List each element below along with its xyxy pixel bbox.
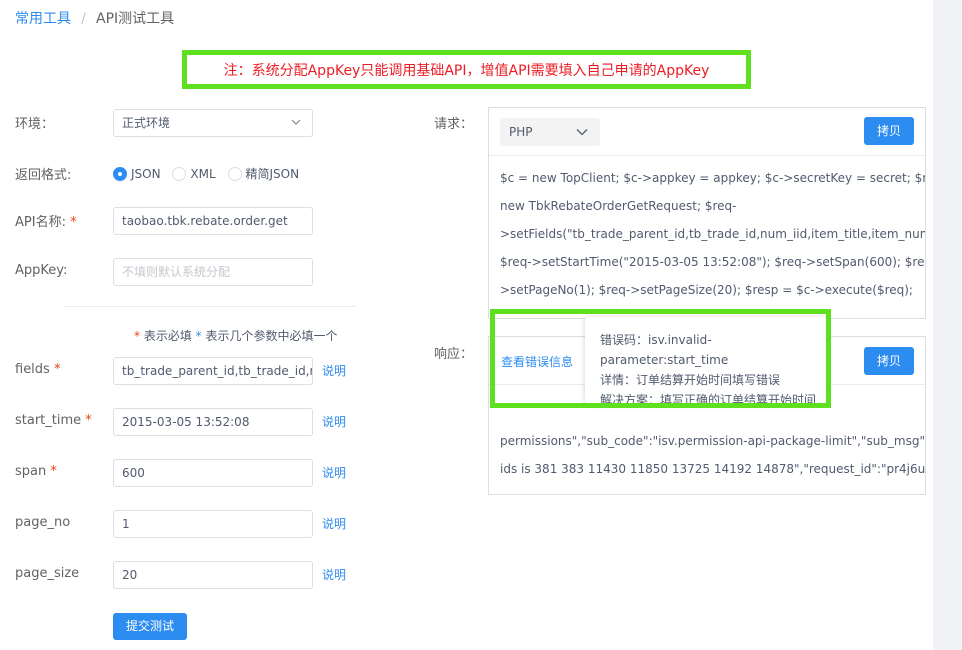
radio-icon — [172, 167, 187, 181]
api-name-input[interactable]: taobao.tbk.rebate.order.get — [113, 207, 313, 235]
request-panel: PHP 拷贝 $c = new TopClient; $c->appkey = … — [488, 107, 926, 319]
format-option-json[interactable]: JSON — [113, 167, 161, 181]
param-input-start-time[interactable]: 2015-03-05 13:52:08 — [113, 408, 313, 436]
breadcrumb: 常用工具 / API测试工具 — [15, 8, 174, 28]
format-label: 返回格式: — [15, 168, 72, 183]
chevron-down-icon — [576, 129, 588, 136]
code-line: $c = new TopClient; $c->appkey = appkey;… — [500, 171, 925, 185]
code-line: $req->setStartTime("2015-03-05 13:52:08"… — [500, 255, 925, 269]
right-gutter — [933, 0, 962, 650]
language-select-value: PHP — [509, 125, 533, 139]
code-line: ids is 381 383 11430 11850 13725 14192 1… — [500, 462, 925, 476]
appkey-label: AppKey: — [15, 263, 68, 278]
param-input-span[interactable]: 600 — [113, 459, 313, 487]
env-select-value: 正式环境 — [122, 116, 171, 130]
code-line: permissions","sub_code":"isv.permission-… — [500, 434, 925, 448]
param-label-span: span * — [15, 464, 57, 479]
breadcrumb-parent-link[interactable]: 常用工具 — [15, 11, 71, 27]
code-line: >setFields("tb_trade_parent_id,tb_trade_… — [500, 227, 925, 241]
env-label: 环境： — [15, 117, 55, 132]
param-input-page-no[interactable]: 1 — [113, 510, 313, 538]
required-mark: * — [134, 329, 140, 343]
response-label: 响应： — [434, 347, 474, 362]
language-select[interactable]: PHP — [500, 118, 600, 146]
param-input-page-size[interactable]: 20 — [113, 561, 313, 589]
explain-link-page-size[interactable]: 说明 — [322, 566, 346, 583]
radio-icon — [227, 167, 242, 181]
format-option-xml[interactable]: XML — [172, 167, 216, 181]
request-label: 请求： — [434, 117, 474, 132]
code-line: new TbkRebateOrderGetRequest; $req- — [500, 199, 737, 213]
appkey-input[interactable]: 不填则默认系统分配 — [113, 258, 313, 286]
form-divider — [64, 306, 356, 307]
request-panel-header: PHP 拷贝 — [489, 108, 925, 156]
notice-banner: 注：系统分配AppKey只能调用基础API，增值API需要填入自己申请的AppK… — [182, 50, 751, 89]
submit-test-button[interactable]: 提交测试 — [113, 613, 187, 640]
breadcrumb-current: API测试工具 — [96, 11, 175, 27]
radio-checked-icon — [113, 167, 127, 181]
request-copy-button[interactable]: 拷贝 — [864, 117, 914, 145]
explain-link-page-no[interactable]: 说明 — [322, 515, 346, 532]
required-mark: * — [70, 215, 77, 230]
chevron-down-icon — [291, 119, 301, 125]
explain-link-fields[interactable]: 说明 — [322, 362, 346, 379]
param-label-start-time: start_time * — [15, 413, 92, 428]
env-select[interactable]: 正式环境 — [113, 109, 313, 137]
format-radio-group: JSON XML 精简JSON — [113, 165, 299, 182]
explain-link-start-time[interactable]: 说明 — [322, 413, 346, 430]
param-label-fields: fields * — [15, 362, 61, 377]
param-label-page-no: page_no — [15, 515, 71, 530]
request-code: $c = new TopClient; $c->appkey = appkey;… — [489, 156, 925, 304]
format-option-simple-json[interactable]: 精简JSON — [227, 167, 299, 181]
explain-link-span[interactable]: 说明 — [322, 464, 346, 481]
error-highlight-frame — [490, 309, 831, 408]
breadcrumb-separator: / — [81, 11, 86, 27]
api-name-label: API名称: * — [15, 215, 77, 230]
code-line: >setPageNo(1); $req->setPageSize(20); $r… — [500, 283, 913, 297]
response-copy-button[interactable]: 拷贝 — [864, 347, 914, 375]
required-legend: * 表示必填 * 表示几个参数中必填一个 — [134, 329, 338, 343]
one-of-mark: * — [195, 329, 202, 343]
param-label-page-size: page_size — [15, 566, 80, 581]
param-input-fields[interactable]: tb_trade_parent_id,tb_trade_id,num_iid,i… — [113, 357, 313, 385]
